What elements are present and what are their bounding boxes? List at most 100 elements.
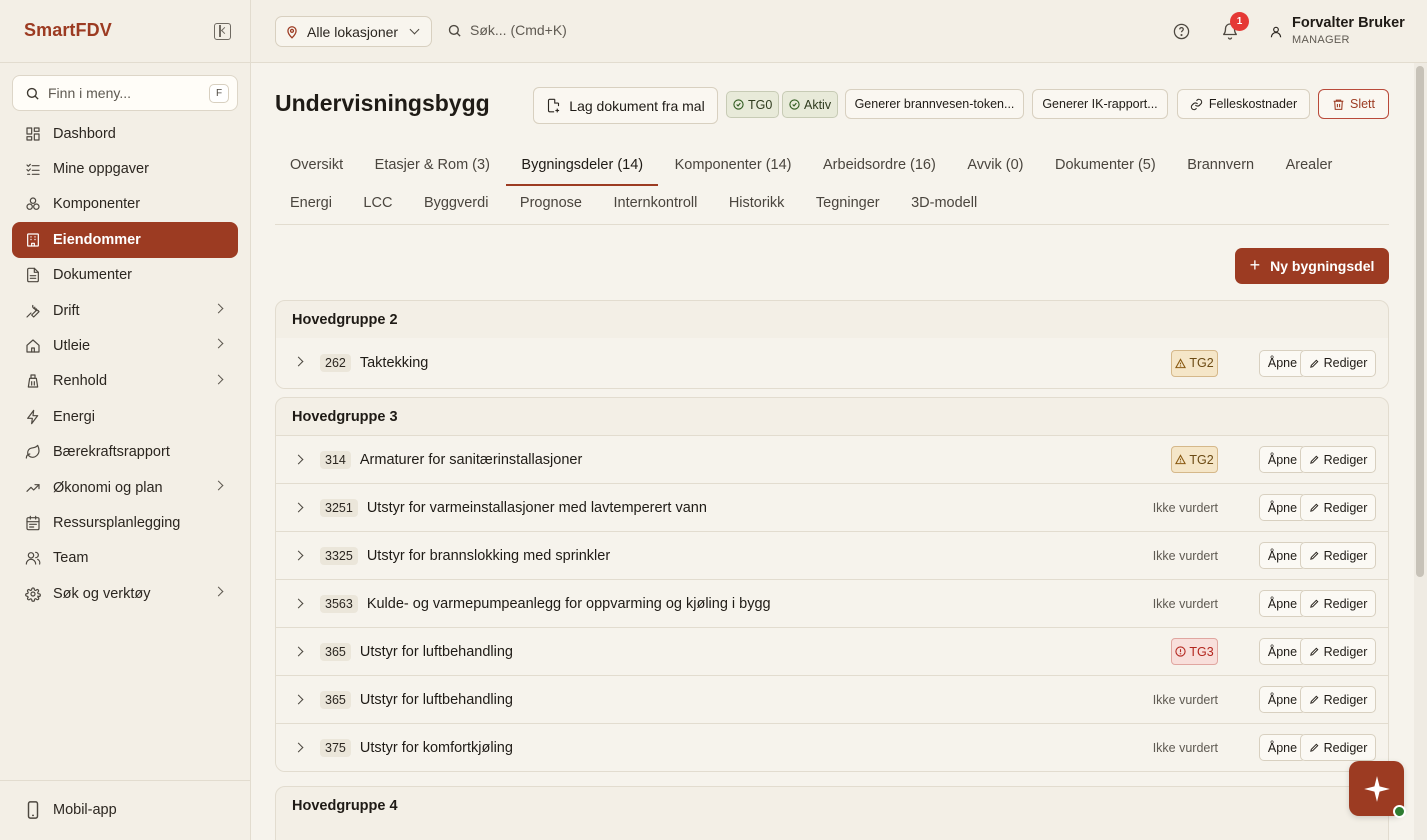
edit-button[interactable]: Rediger [1300,686,1376,713]
building-part-group: Hovedgruppe 4 [275,786,1389,840]
tab-historikk[interactable]: Historikk [714,185,800,221]
chevron-right-icon [213,586,224,597]
table-row[interactable]: 365 Utstyr for luftbehandling TG3 Åpne Redig… [276,627,1388,675]
sidebar-item-dashbord[interactable]: Dashbord [12,116,238,151]
delete-button[interactable]: Slett [1318,89,1389,119]
open-button[interactable]: Åpne [1259,638,1306,665]
sidebar-item-team[interactable]: Team [12,541,238,576]
edit-button[interactable]: Rediger [1300,590,1376,617]
tab-brannvern[interactable]: Brannvern [1172,147,1269,183]
sidebar-collapse-icon[interactable] [214,23,231,40]
condition-badge: TG2 [1171,446,1218,473]
sidebar-item-okonomi-og-plan[interactable]: Økonomi og plan [12,470,238,505]
chevron-right-icon[interactable] [293,646,304,657]
tab-internkontroll[interactable]: Internkontroll [599,185,713,221]
chevron-right-icon[interactable] [293,742,304,753]
cleaning-icon [27,374,39,389]
create-document-button[interactable]: Lag dokument fra mal [533,87,718,124]
check-circle-icon [789,99,800,110]
chevron-right-icon[interactable] [293,502,304,513]
sidebar-item-sok-og-verktoy[interactable]: Søk og verktøy [12,576,238,611]
open-button[interactable]: Åpne [1259,446,1306,473]
sidebar-item-dokumenter[interactable]: Dokumenter [12,258,238,293]
tab-oversikt[interactable]: Oversikt [275,147,358,183]
table-row[interactable]: 3251 Utstyr for varmeinstallasjoner med l… [276,483,1388,531]
tab-byggverdi[interactable]: Byggverdi [409,185,503,221]
sidebar-item-komponenter[interactable]: Komponenter [12,187,238,222]
edit-button[interactable]: Rediger [1300,542,1376,569]
sidebar-item-mine-oppgaver[interactable]: Mine oppgaver [12,151,238,186]
trend-icon [26,483,40,492]
mobile-app-label: Mobil-app [53,802,117,818]
scrollbar-thumb[interactable] [1416,66,1424,577]
sidebar-item-label: Eiendommer [53,231,141,248]
tab-bygningsdeler-14[interactable]: Bygningsdeler (14) [506,147,658,186]
condition-tag: TG0 [726,91,780,118]
sidebar-item-eiendommer[interactable]: Eiendommer [12,222,238,258]
home-icon [26,339,40,353]
sidebar-item-ressursplanlegging[interactable]: Ressursplanlegging [12,505,238,540]
chevron-right-icon[interactable] [293,454,304,465]
building-part-name: Utstyr for brannslokking med sprinkler [366,547,611,564]
sidebar-item-drift[interactable]: Drift [12,293,238,328]
check-circle-icon [733,99,744,110]
chevron-right-icon[interactable] [293,694,304,705]
tab-tegninger[interactable]: Tegninger [801,185,895,221]
table-row[interactable]: 3325 Utstyr for brannslokking med sprinkl… [276,531,1388,579]
tasks-icon [26,163,40,176]
menu-search-input[interactable]: Finn i meny... F [12,75,238,111]
open-button[interactable]: Åpne [1259,494,1306,521]
tab-etasjer-rom-3[interactable]: Etasjer & Rom (3) [360,147,505,183]
sidebar-item-utleie[interactable]: Utleie [12,328,238,363]
table-row[interactable]: 3563 Kulde- og varmepumpeanlegg for oppva… [276,579,1388,627]
search-icon [26,87,39,100]
help-icon[interactable] [1173,23,1190,40]
table-row[interactable]: 314 Armaturer for sanitærinstallasjoner TG… [276,435,1388,483]
user-name[interactable]: Forvalter Bruker [1292,15,1405,31]
edit-button[interactable]: Rediger [1300,638,1376,665]
tab-avvik-0[interactable]: Avvik (0) [952,147,1038,183]
open-button[interactable]: Åpne [1259,590,1306,617]
tab-prognose[interactable]: Prognose [505,185,597,221]
user-icon[interactable] [1269,24,1283,40]
tab-lcc[interactable]: LCC [348,185,407,221]
tab-komponenter-14[interactable]: Komponenter (14) [660,147,807,183]
table-row[interactable]: 365 Utstyr for luftbehandling Ikke vurdert… [276,675,1388,723]
global-search-input[interactable]: Søk... (Cmd+K) [447,22,567,38]
location-select[interactable]: Alle lokasjoner [275,16,432,47]
edit-label: Rediger [1323,596,1368,611]
new-building-part-button[interactable]: + Ny bygningsdel [1235,248,1389,284]
tab-arealer[interactable]: Arealer [1271,147,1348,183]
open-button[interactable]: Åpne [1259,686,1306,713]
chevron-right-icon[interactable] [293,356,304,367]
chevron-right-icon[interactable] [293,598,304,609]
sidebar-item-label: Søk og verktøy [53,585,151,602]
open-button[interactable]: Åpne [1259,734,1306,761]
condition-badge-label: TG2 [1189,356,1214,370]
mobile-app-link[interactable]: Mobil-app [25,801,117,819]
table-row[interactable]: 375 Utstyr for komfortkjøling Ikke vurdert… [276,723,1388,771]
generate-fire-token-button[interactable]: Generer brannvesen-token... [845,89,1024,119]
shared-costs-button[interactable]: Felleskostnader [1177,89,1310,119]
pencil-icon [1309,359,1319,368]
status-tag: Aktiv [782,91,839,118]
chevron-right-icon[interactable] [293,550,304,561]
tab-energi[interactable]: Energi [275,185,347,221]
sidebar-item-energi[interactable]: Energi [12,399,238,434]
edit-button[interactable]: Rediger [1300,494,1376,521]
tab-arbeidsordre-16[interactable]: Arbeidsordre (16) [808,147,951,183]
edit-button[interactable]: Rediger [1300,349,1376,377]
building-part-group: Hovedgruppe 2 262 Taktekking TG2 Åpne Rediger [275,300,1389,389]
open-button[interactable]: Åpne [1259,542,1306,569]
tab-3d-modell[interactable]: 3D-modell [896,185,992,221]
open-button[interactable]: Åpne [1259,349,1306,377]
app-logo[interactable]: SmartFDV [24,20,112,41]
generate-ik-report-button[interactable]: Generer IK-rapport... [1032,89,1168,119]
table-row[interactable]: 262 Taktekking TG2 Åpne Rediger [276,338,1388,388]
chevron-down-icon [409,24,420,35]
edit-button[interactable]: Rediger [1300,734,1376,761]
tab-dokumenter-5[interactable]: Dokumenter (5) [1040,147,1171,183]
sidebar-item-renhold[interactable]: Renhold [12,364,238,399]
edit-button[interactable]: Rediger [1300,446,1376,473]
sidebar-item-baerekraftsrapport[interactable]: Bærekraftsrapport [12,435,238,470]
